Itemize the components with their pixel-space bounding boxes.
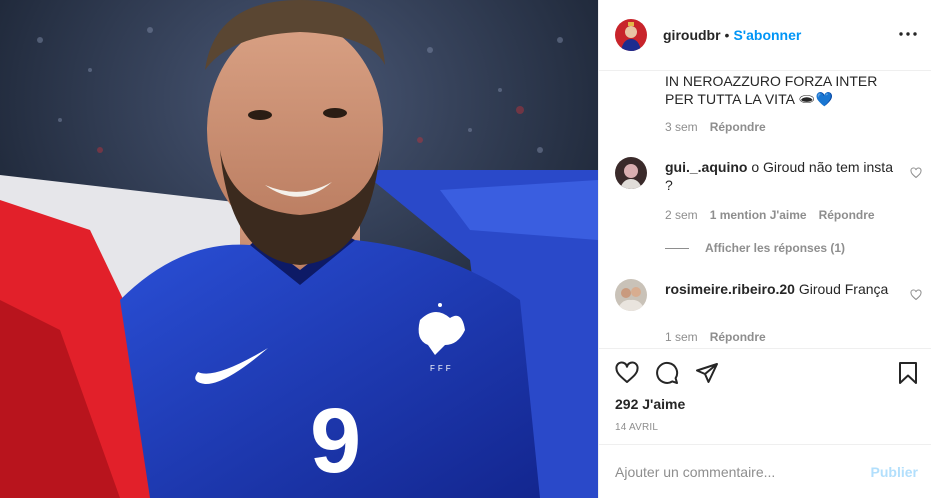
author-username[interactable]: giroudbr <box>663 27 721 43</box>
reply-button[interactable]: Répondre <box>710 330 766 344</box>
jersey-number: 9 <box>310 390 362 492</box>
add-comment-bar: Publier <box>599 444 931 498</box>
comment-text: gui._.aquino o Giroud não tem insta ? <box>665 159 893 193</box>
comment-likes[interactable]: 1 mention J'aime <box>710 208 807 222</box>
comment-bubble-icon[interactable] <box>655 361 679 385</box>
comment-emoji: 🕳💙 <box>798 91 834 107</box>
commenter-username[interactable]: rosimeire.ribeiro.20 <box>665 281 795 297</box>
post-photo[interactable]: FFF 9 <box>0 0 598 498</box>
header-separator: • <box>724 27 730 43</box>
comment-text: IN NEROAZZURO FORZA INTER PER TUTTA LA V… <box>665 73 878 107</box>
view-replies-label: Afficher les réponses (1) <box>705 241 846 255</box>
post-header: giroudbr • S'abonner <box>599 0 931 71</box>
comment-text: rosimeire.ribeiro.20 Giroud França <box>665 281 889 297</box>
share-paper-plane-icon[interactable] <box>695 361 719 385</box>
comment-meta: 1 sem Répondre <box>665 330 766 344</box>
replies-divider <box>665 247 689 249</box>
post-likes-count[interactable]: 292 J'aime <box>615 396 685 412</box>
comment-time[interactable]: 2 sem <box>665 208 698 222</box>
save-bookmark-icon[interactable] <box>896 361 920 385</box>
comments-list[interactable]: IN NEROAZZURO FORZA INTER PER TUTTA LA V… <box>599 72 931 348</box>
post-date[interactable]: 14 AVRIL <box>615 422 658 433</box>
reply-button[interactable]: Répondre <box>819 208 875 222</box>
comment-meta: 3 sem Répondre <box>665 120 766 134</box>
comment-time[interactable]: 1 sem <box>665 330 698 344</box>
commenter-avatar[interactable] <box>615 279 647 311</box>
commenter-avatar[interactable] <box>615 157 647 189</box>
publish-button[interactable]: Publier <box>871 464 918 480</box>
post-side-panel: giroudbr • S'abonner IN NEROAZZURO FORZA… <box>598 0 931 498</box>
comment-meta: 2 sem 1 mention J'aime Répondre <box>665 208 875 222</box>
more-options-icon[interactable] <box>898 24 918 44</box>
reply-button[interactable]: Répondre <box>710 120 766 134</box>
photo-illustration <box>0 0 598 498</box>
like-comment-heart-icon[interactable] <box>910 288 922 301</box>
like-comment-heart-icon[interactable] <box>910 166 922 179</box>
author-avatar[interactable] <box>615 19 647 51</box>
follow-button[interactable]: S'abonner <box>733 27 801 43</box>
commenter-username[interactable]: gui._.aquino <box>665 159 747 175</box>
post-actions: 292 J'aime 14 AVRIL <box>599 348 931 444</box>
like-heart-icon[interactable] <box>615 361 639 385</box>
view-replies-button[interactable]: Afficher les réponses (1) <box>665 241 845 255</box>
jersey-crest-text: FFF <box>430 364 454 373</box>
comment-time[interactable]: 3 sem <box>665 120 698 134</box>
comment-input[interactable] <box>615 462 855 482</box>
